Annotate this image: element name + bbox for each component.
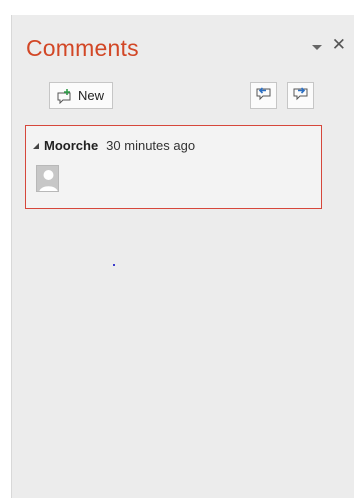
close-icon[interactable]: ✕: [332, 37, 346, 54]
user-avatar-icon: [36, 165, 59, 192]
comment-author: Moorche: [44, 138, 99, 153]
collapse-icon[interactable]: [33, 142, 39, 149]
comment-header: Moorche 30 minutes ago: [33, 138, 195, 153]
next-comment-button[interactable]: [287, 82, 314, 109]
new-comment-icon: [56, 88, 74, 104]
comments-pane: Comments ✕ New Moorche 30 minutes ago: [11, 15, 354, 498]
comment-card[interactable]: Moorche 30 minutes ago: [25, 125, 322, 209]
new-comment-button[interactable]: New: [49, 82, 114, 109]
comment-time: 30 minutes ago: [106, 138, 196, 153]
previous-comment-icon: [255, 85, 273, 107]
previous-comment-button[interactable]: [250, 82, 277, 109]
next-comment-icon: [292, 85, 310, 107]
pane-title: Comments: [26, 35, 139, 61]
pane-controls: ✕: [311, 37, 346, 54]
stray-dot: [113, 264, 115, 266]
new-comment-label: New: [78, 88, 105, 103]
chevron-down-icon[interactable]: [311, 44, 322, 50]
